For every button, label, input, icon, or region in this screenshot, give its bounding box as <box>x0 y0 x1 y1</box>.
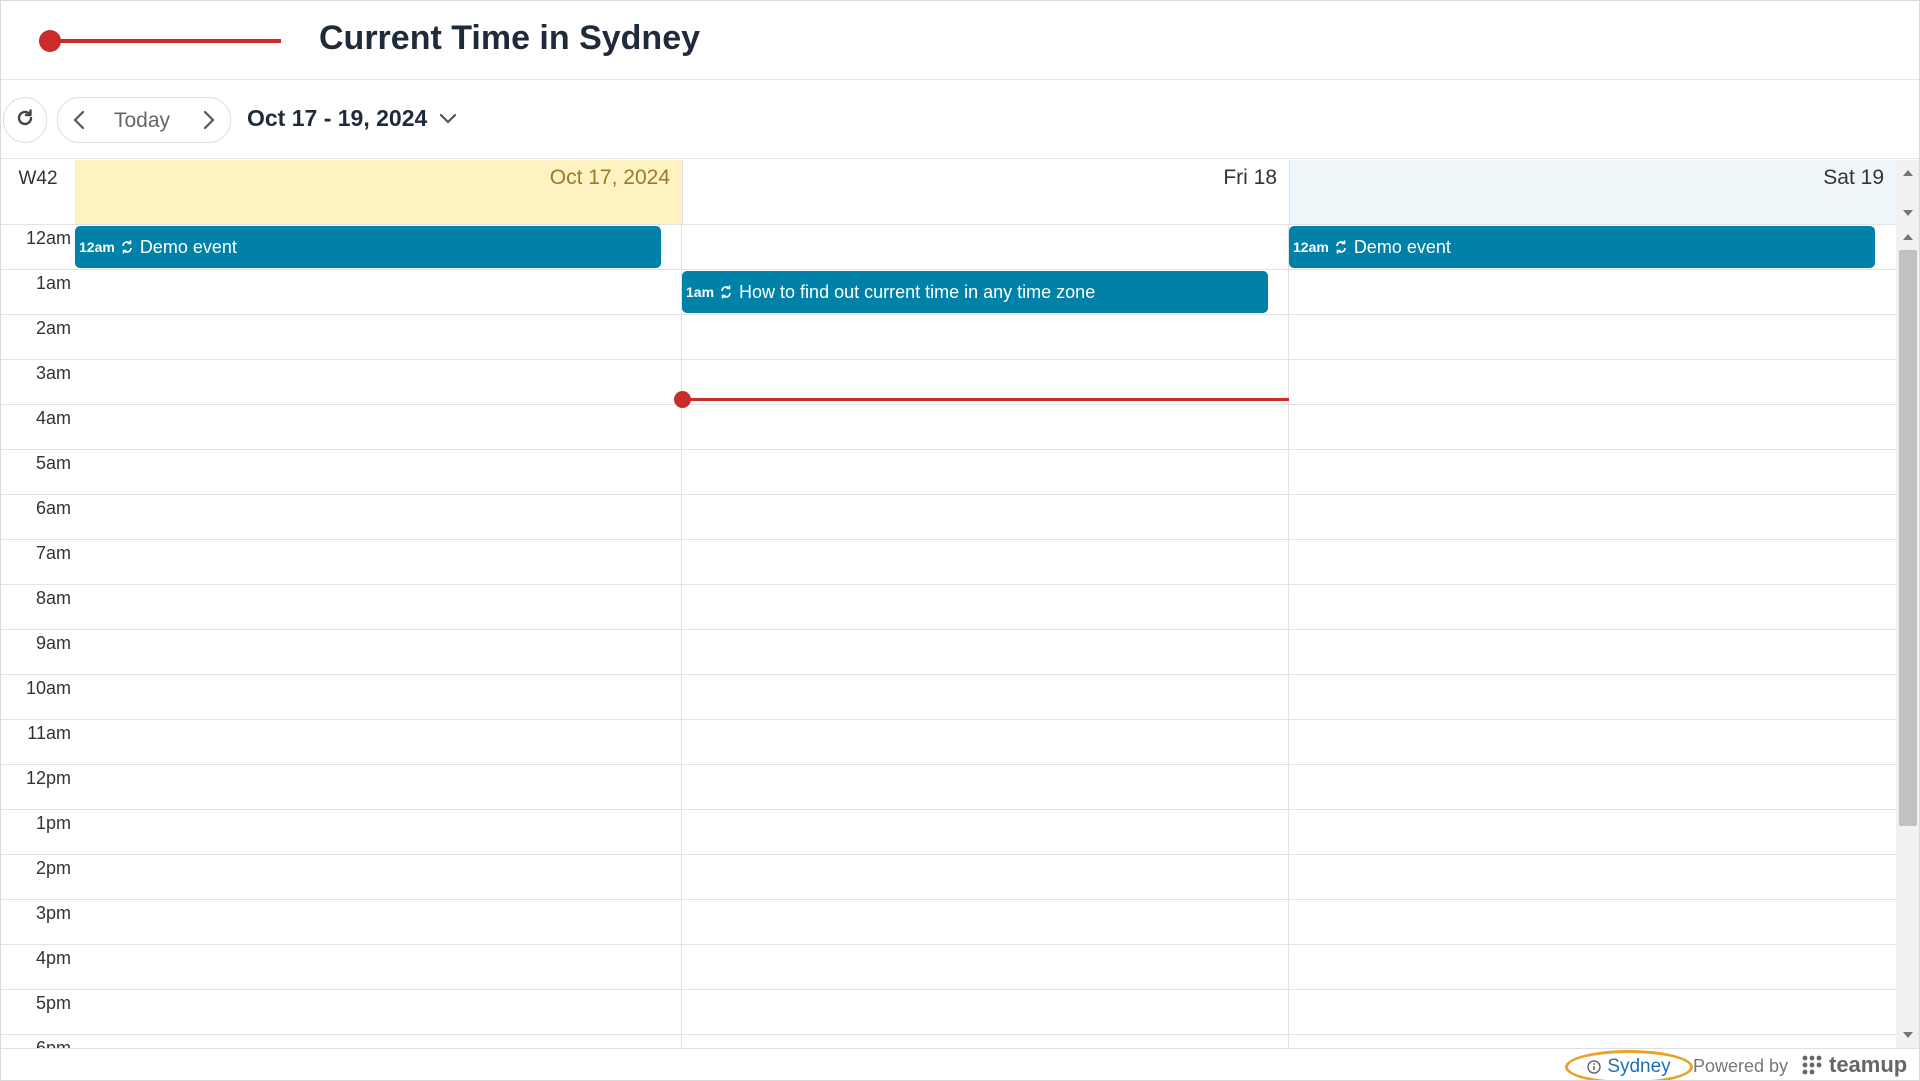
chevron-right-icon <box>203 110 215 130</box>
toolbar: Today Oct 17 - 19, 2024 <box>1 81 1919 159</box>
logo-line <box>51 39 281 43</box>
hour-row[interactable]: 8am <box>1 584 1896 629</box>
week-number: W42 <box>18 168 58 189</box>
chevron-left-icon <box>73 110 85 130</box>
day-header-today[interactable]: Oct 17, 2024 <box>75 160 682 224</box>
hour-row[interactable]: 6pm <box>1 1034 1896 1048</box>
hour-label: 1pm <box>35 813 71 833</box>
refresh-button[interactable] <box>3 97 47 143</box>
hour-row[interactable]: 1pm <box>1 809 1896 854</box>
hour-label: 1am <box>35 273 71 293</box>
logo-dot <box>39 30 61 52</box>
today-button[interactable]: Today <box>114 109 170 133</box>
event-how-to-find-time[interactable]: 1am How to find out current time in any … <box>682 271 1268 313</box>
hour-label: 10am <box>25 678 71 698</box>
footer: Sydney Powered by teamup <box>1 1048 1919 1080</box>
next-button[interactable] <box>198 108 220 132</box>
teamup-logo-icon <box>1802 1055 1824 1075</box>
hour-row[interactable]: 3pm <box>1 899 1896 944</box>
date-navigation: Today <box>57 97 231 143</box>
hour-label: 2pm <box>35 858 71 878</box>
day-header-sat[interactable]: Sat 19 <box>1289 160 1896 224</box>
hour-label: 5pm <box>35 993 71 1013</box>
hour-row[interactable]: 2am <box>1 314 1896 359</box>
event-time: 12am <box>1293 239 1329 255</box>
page-title: Current Time in Sydney <box>319 19 701 57</box>
hour-row[interactable]: 5am <box>1 449 1896 494</box>
hour-row[interactable]: 5pm <box>1 989 1896 1034</box>
scroll-down-arrow-icon[interactable] <box>1903 210 1913 216</box>
event-time: 12am <box>79 239 115 255</box>
event-title: Demo event <box>1353 236 1451 257</box>
hour-label: 12am <box>25 228 71 248</box>
repeat-icon <box>719 284 733 300</box>
hour-row[interactable]: 2pm <box>1 854 1896 899</box>
hour-row[interactable]: 7am <box>1 539 1896 584</box>
date-range-selector[interactable]: Oct 17 - 19, 2024 <box>247 105 457 132</box>
teamup-brand-link[interactable]: teamup <box>1802 1052 1907 1078</box>
hour-label: 6am <box>35 498 71 518</box>
scroll-up-arrow-icon[interactable] <box>1903 170 1913 176</box>
hour-row[interactable]: 9am <box>1 629 1896 674</box>
column-divider <box>1288 224 1289 1048</box>
hour-row[interactable]: 12pm <box>1 764 1896 809</box>
header: Current Time in Sydney <box>1 1 1919 80</box>
previous-button[interactable] <box>68 108 90 132</box>
hour-label: 5am <box>35 453 71 473</box>
hour-row[interactable]: 4am <box>1 404 1896 449</box>
logo <box>39 29 281 53</box>
hour-label: 4am <box>35 408 71 428</box>
column-divider <box>681 224 682 1048</box>
hour-row[interactable]: 10am <box>1 674 1896 719</box>
date-range-label: Oct 17 - 19, 2024 <box>247 105 428 131</box>
hour-label: 2am <box>35 318 71 338</box>
hour-row[interactable]: 4pm <box>1 944 1896 989</box>
day-header-fri[interactable]: Fri 18 <box>682 160 1289 224</box>
repeat-icon <box>120 239 134 255</box>
hour-row[interactable]: 11am <box>1 719 1896 764</box>
calendar-grid: W42 Oct 17, 2024 Fri 18 Sat 19 12am 1am … <box>1 160 1896 1048</box>
hour-row[interactable]: 6am <box>1 494 1896 539</box>
info-icon <box>1587 1060 1601 1074</box>
event-time: 1am <box>686 284 715 300</box>
event-demo-oct17[interactable]: 12am Demo event <box>75 226 661 268</box>
scroll-down-arrow-icon[interactable] <box>1903 1032 1913 1038</box>
event-title: How to find out current time in any time… <box>739 281 1096 302</box>
event-title: Demo event <box>139 236 237 257</box>
brand-name: teamup <box>1829 1052 1908 1077</box>
hour-label: 3am <box>35 363 71 383</box>
timezone-label: Sydney <box>1607 1056 1671 1077</box>
powered-by-text: Powered by <box>1693 1056 1789 1076</box>
repeat-icon <box>1334 239 1348 255</box>
hour-label: 6pm <box>35 1038 71 1048</box>
hour-label: 7am <box>35 543 71 563</box>
current-time-dot <box>674 391 691 408</box>
hour-label: 11am <box>27 723 71 743</box>
event-demo-sat19[interactable]: 12am Demo event <box>1289 226 1875 268</box>
calendar-app: Current Time in Sydney Today Oct 17 - 19… <box>0 0 1920 1081</box>
hour-label: 8am <box>35 588 71 608</box>
chevron-down-icon <box>439 113 457 125</box>
hour-label: 9am <box>35 633 71 653</box>
scroll-up-arrow-icon[interactable] <box>1903 234 1913 240</box>
scrollbar-thumb[interactable] <box>1899 250 1917 826</box>
hour-label: 12pm <box>25 768 71 788</box>
timezone-link[interactable]: Sydney <box>1565 1050 1693 1080</box>
hour-label: 3pm <box>35 903 71 923</box>
vertical-scrollbar[interactable] <box>1896 160 1919 1048</box>
refresh-icon <box>15 108 35 133</box>
hour-label: 4pm <box>35 948 71 968</box>
current-time-line <box>682 398 1289 401</box>
